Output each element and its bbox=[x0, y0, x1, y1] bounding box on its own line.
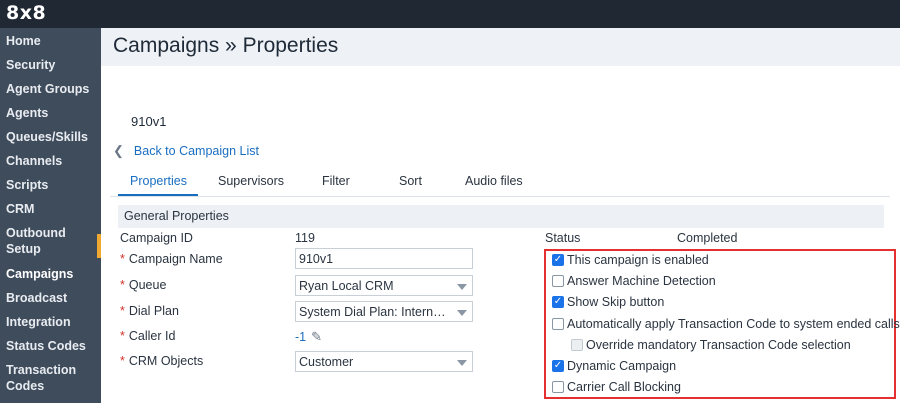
sidebar-item-integration[interactable]: Integration bbox=[6, 314, 98, 330]
queue-select[interactable]: Ryan Local CRM bbox=[295, 275, 473, 296]
sidebar-item-home[interactable]: Home bbox=[6, 33, 98, 49]
required-marker: * bbox=[120, 354, 125, 368]
top-bar: 8x8 bbox=[0, 0, 900, 28]
checkbox-carrier-call-blocking[interactable]: Carrier Call Blocking bbox=[552, 380, 681, 394]
sidebar-item-status-codes[interactable]: Status Codes bbox=[6, 338, 98, 354]
checkbox-auto-transaction-code[interactable]: Automatically apply Transaction Code to … bbox=[552, 317, 900, 331]
checkbox[interactable]: ✓ bbox=[552, 360, 564, 372]
campaign-id-value: 119 bbox=[295, 231, 315, 245]
checkbox[interactable] bbox=[552, 381, 564, 393]
sidebar: Home Security Agent Groups Agents Queues… bbox=[0, 28, 101, 403]
back-link-label: Back to Campaign List bbox=[133, 144, 259, 158]
tabs-divider bbox=[110, 196, 890, 197]
section-title: General Properties bbox=[124, 209, 229, 223]
checkbox[interactable]: ✓ bbox=[552, 254, 564, 266]
brand-logo: 8x8 bbox=[6, 2, 47, 24]
sidebar-item-scripts[interactable]: Scripts bbox=[6, 177, 98, 193]
checkbox[interactable] bbox=[552, 318, 564, 330]
tab-sort[interactable]: Sort bbox=[399, 174, 422, 188]
tab-supervisors[interactable]: Supervisors bbox=[218, 174, 284, 188]
sidebar-item-security[interactable]: Security bbox=[6, 57, 98, 73]
status-value: Completed bbox=[677, 231, 738, 245]
page-header: Campaigns » Properties bbox=[101, 28, 900, 66]
sidebar-item-agents[interactable]: Agents bbox=[6, 105, 98, 121]
campaign-id-label: Campaign ID bbox=[120, 231, 193, 245]
sidebar-item-campaigns[interactable]: Campaigns bbox=[6, 266, 98, 282]
sidebar-item-transaction-codes[interactable]: Transaction Codes bbox=[6, 362, 98, 394]
checkbox[interactable] bbox=[552, 275, 564, 287]
checkbox-show-skip-button[interactable]: ✓ Show Skip button bbox=[552, 295, 664, 309]
crm-objects-label: * CRM Objects bbox=[120, 354, 204, 368]
dropdown-arrow-icon bbox=[457, 284, 467, 290]
sidebar-item-queues-skills[interactable]: Queues/Skills bbox=[6, 129, 98, 145]
status-label: Status bbox=[545, 231, 581, 245]
dial-plan-select[interactable]: System Dial Plan: Internat... bbox=[295, 301, 473, 322]
chevron-left-icon: ❮ bbox=[113, 143, 124, 158]
sidebar-item-outbound-setup[interactable]: Outbound Setup bbox=[6, 225, 98, 257]
crm-objects-select[interactable]: Customer bbox=[295, 351, 473, 372]
tab-properties[interactable]: Properties bbox=[130, 174, 187, 188]
campaign-name-input[interactable]: 910v1 bbox=[295, 248, 473, 269]
required-marker: * bbox=[120, 252, 125, 266]
tab-filter[interactable]: Filter bbox=[322, 174, 350, 188]
campaign-name-label: * Campaign Name bbox=[120, 252, 223, 266]
checkbox-answer-machine-detection[interactable]: Answer Machine Detection bbox=[552, 274, 716, 288]
checkbox-campaign-enabled[interactable]: ✓ This campaign is enabled bbox=[552, 253, 709, 267]
checkbox-override-transaction-code[interactable]: Override mandatory Transaction Code sele… bbox=[571, 338, 851, 352]
caller-id-label: * Caller Id bbox=[120, 329, 176, 343]
back-to-campaign-list-link[interactable]: ❮ Back to Campaign List bbox=[113, 143, 259, 159]
dropdown-arrow-icon bbox=[457, 310, 467, 316]
queue-label: * Queue bbox=[120, 278, 167, 292]
pencil-icon[interactable]: ✎ bbox=[311, 329, 322, 345]
active-nav-indicator bbox=[97, 234, 101, 258]
caller-id-value[interactable]: -1 ✎ bbox=[295, 329, 322, 345]
sidebar-item-crm[interactable]: CRM bbox=[6, 201, 98, 217]
sidebar-item-broadcast[interactable]: Broadcast bbox=[6, 290, 98, 306]
dropdown-arrow-icon bbox=[457, 360, 467, 366]
sidebar-item-channels[interactable]: Channels bbox=[6, 153, 98, 169]
dial-plan-label: * Dial Plan bbox=[120, 304, 179, 318]
tab-audio-files[interactable]: Audio files bbox=[465, 174, 523, 188]
required-marker: * bbox=[120, 329, 125, 343]
campaign-name-heading: 910v1 bbox=[131, 114, 167, 129]
sidebar-item-agent-groups[interactable]: Agent Groups bbox=[6, 81, 98, 97]
required-marker: * bbox=[120, 278, 125, 292]
checkbox[interactable]: ✓ bbox=[552, 296, 564, 308]
required-marker: * bbox=[120, 304, 125, 318]
page-title: Campaigns » Properties bbox=[113, 34, 339, 57]
checkbox[interactable] bbox=[571, 339, 583, 351]
general-properties-section: General Properties bbox=[118, 205, 884, 228]
checkbox-dynamic-campaign[interactable]: ✓ Dynamic Campaign bbox=[552, 359, 676, 373]
